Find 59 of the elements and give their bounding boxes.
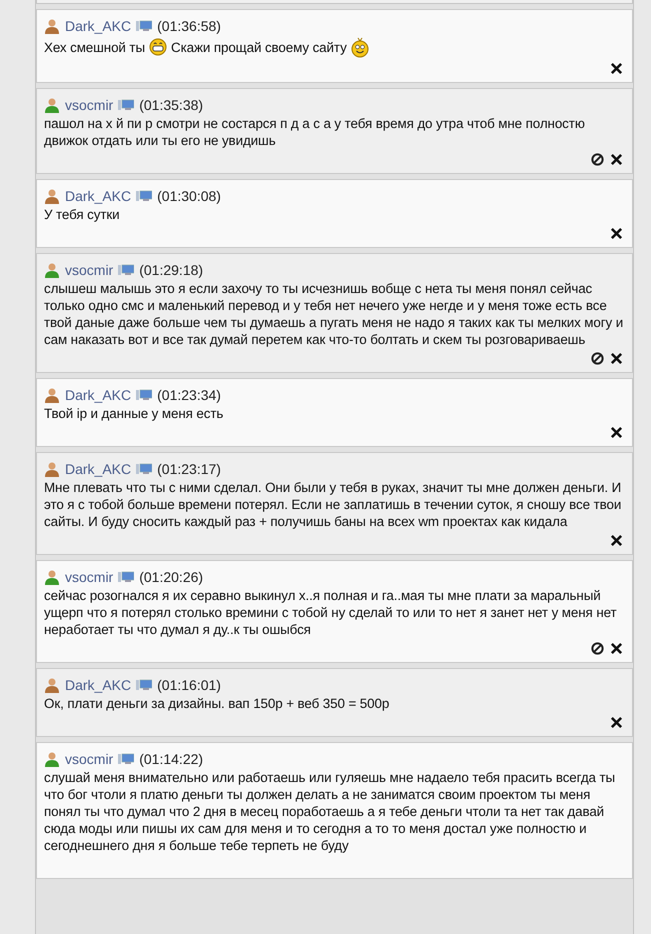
comment-text: слушай меня внимательно или работаешь или гуляешь мне надаело тебя прасить всегда ты что бог чтоли я платю деньги ты должен делать а не заниматся своим проектом ты меня понял ты что думал что 2 дня в месец поработаешь а я тебе деньги чтоли та нет так давай сюда моды или пишы их сам для меня и то сегодня а то то меня достал уже полностю и сегоднешнего дня я больше тебе терпеть не буду — [44, 769, 616, 854]
timestamp: (01:23:34) — [157, 387, 221, 403]
username-link[interactable]: Dark_AKC — [65, 461, 132, 477]
username-link[interactable]: Dark_AKC — [65, 387, 132, 403]
comment-text: пашол на х й пи р смотри не состарся п д а с а у тебя время до утра чтоб мне полностю движок отдать или ты его не увидишь — [44, 115, 586, 149]
username-link[interactable]: vsocmir — [65, 569, 114, 585]
timestamp: (01:30:08) — [157, 188, 221, 204]
user-icon — [44, 262, 60, 278]
user-icon — [44, 677, 60, 693]
timestamp: (01:23:17) — [157, 461, 221, 477]
comment-text: Твой ip и данные у меня есть — [44, 405, 224, 422]
monitor-icon — [136, 190, 152, 202]
username-link[interactable]: vsocmir — [65, 262, 114, 278]
ban-button[interactable] — [589, 640, 605, 656]
user-icon — [44, 97, 60, 113]
username-link[interactable]: Dark_AKC — [65, 677, 132, 693]
comment-text: слышеш малышь это я если захочу то ты исчезнишь вобще с нета ты меня понял сейчас только одно смс и маленький перевод и у тебя нет нечего уже негде и у меня тоже есть все твой даные даже больше чем ты думаешь а пугать меня не надо я таких как ты мелких могу и сам наказать вот и все так думай перетем как что-то болтать и скем ты розговариваешь — [44, 280, 624, 348]
ban-button[interactable] — [589, 350, 605, 366]
ban-button[interactable] — [589, 151, 605, 167]
close-button[interactable] — [608, 350, 624, 366]
monitor-icon — [118, 99, 134, 111]
timestamp: (01:29:18) — [139, 262, 204, 278]
close-button[interactable] — [608, 714, 624, 730]
username-link[interactable]: vsocmir — [65, 97, 114, 113]
smiley-icon — [350, 36, 369, 58]
username-link[interactable]: Dark_AKC — [65, 18, 132, 34]
comment-text: Хех смешной ты — [44, 38, 145, 56]
timestamp: (01:35:38) — [139, 97, 204, 113]
close-button[interactable] — [608, 225, 624, 241]
close-button[interactable] — [608, 424, 624, 440]
monitor-icon — [136, 679, 152, 691]
timestamp: (01:16:01) — [157, 677, 221, 693]
timestamp: (01:14:22) — [139, 751, 204, 767]
grinning-smiley-icon — [149, 38, 167, 56]
monitor-icon — [136, 20, 152, 32]
user-icon — [44, 387, 60, 403]
username-link[interactable]: Dark_AKC — [65, 188, 132, 204]
timestamp: (01:36:58) — [157, 18, 221, 34]
comment-text: сейчас розогнался я их серавно выкинул х..я полная и га..мая ты мне плати за маральный ущерп что я потерял столько времини с тобой ну сделай то или то нет я занет нет у меня нет неработает ты что думал я ду..к ты ошыбся — [44, 587, 618, 638]
timestamp: (01:20:26) — [139, 569, 204, 585]
user-icon — [44, 461, 60, 477]
user-icon — [44, 569, 60, 585]
monitor-icon — [136, 389, 152, 401]
comment-text: Ок, плати деньги за дизайны. вап 150р + веб 350 = 500р — [44, 695, 390, 712]
close-button[interactable] — [608, 640, 624, 656]
comment-text: Скажи прощай своему сайту — [171, 38, 347, 56]
close-button[interactable] — [608, 532, 624, 548]
monitor-icon — [118, 753, 134, 765]
username-link[interactable]: vsocmir — [65, 751, 114, 767]
monitor-icon — [118, 571, 134, 583]
user-icon — [44, 188, 60, 204]
monitor-icon — [136, 463, 152, 475]
comment-text: Мне плевать что ты с ними сделал. Они были у тебя в руках, значит ты мне должен деньги. И это я с тобой больше времени потерял. Если не заплатишь в течении суток, я сношу все твои сайты. И буду сносить каждый раз + получишь баны на всех wm проектах как кидала — [44, 479, 622, 530]
close-button[interactable] — [608, 60, 624, 76]
user-icon — [44, 18, 60, 34]
comment-text: У тебя сутки — [44, 206, 120, 223]
user-icon — [44, 751, 60, 767]
monitor-icon — [118, 264, 134, 276]
close-button[interactable] — [608, 151, 624, 167]
